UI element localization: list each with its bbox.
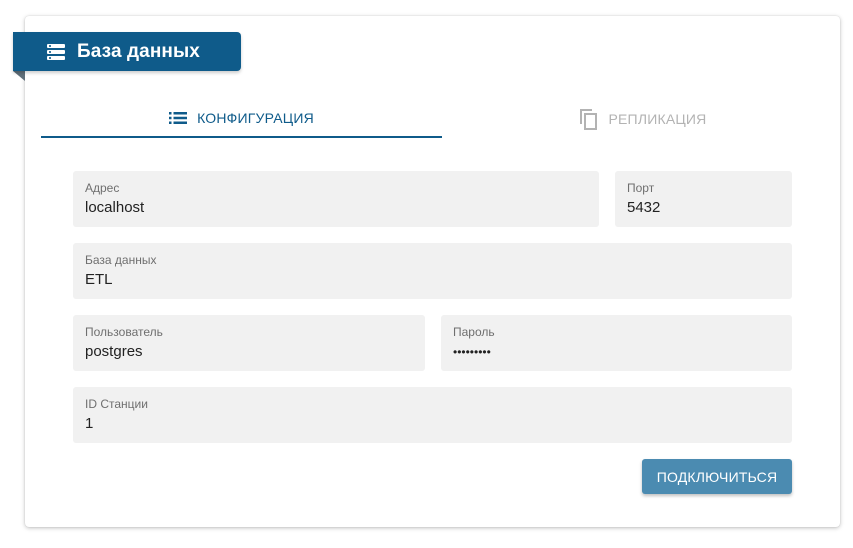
- database-label: База данных: [85, 253, 157, 267]
- database-icon: [47, 43, 65, 60]
- user-label: Пользователь: [85, 325, 163, 339]
- port-input[interactable]: 5432: [627, 199, 780, 216]
- header-ribbon: База данных: [13, 32, 241, 71]
- password-input[interactable]: •••••••••: [453, 345, 780, 359]
- connect-button[interactable]: ПОДКЛЮЧИТЬСЯ: [642, 459, 792, 494]
- copy-icon: [578, 108, 598, 130]
- page-title: База данных: [77, 40, 200, 62]
- station-id-field[interactable]: ID Станции 1: [73, 387, 792, 443]
- station-id-label: ID Станции: [85, 397, 148, 411]
- tab-replication[interactable]: РЕПЛИКАЦИЯ: [442, 100, 843, 138]
- tab-replication-label: РЕПЛИКАЦИЯ: [608, 111, 707, 127]
- station-id-input[interactable]: 1: [85, 415, 780, 432]
- address-field[interactable]: Адрес localhost: [73, 171, 599, 227]
- port-label: Порт: [627, 181, 655, 195]
- database-field[interactable]: База данных ETL: [73, 243, 792, 299]
- database-input[interactable]: ETL: [85, 271, 780, 288]
- port-field[interactable]: Порт 5432: [615, 171, 792, 227]
- user-field[interactable]: Пользователь postgres: [73, 315, 425, 371]
- address-label: Адрес: [85, 181, 120, 195]
- address-input[interactable]: localhost: [85, 199, 587, 216]
- list-icon: [169, 111, 188, 125]
- password-label: Пароль: [453, 325, 495, 339]
- user-input[interactable]: postgres: [85, 343, 413, 360]
- ribbon-fold: [13, 71, 25, 81]
- tab-bar: КОНФИГУРАЦИЯ РЕПЛИКАЦИЯ: [41, 100, 843, 140]
- tab-configuration-label: КОНФИГУРАЦИЯ: [197, 110, 314, 126]
- tab-configuration[interactable]: КОНФИГУРАЦИЯ: [41, 100, 442, 138]
- password-field[interactable]: Пароль •••••••••: [441, 315, 792, 371]
